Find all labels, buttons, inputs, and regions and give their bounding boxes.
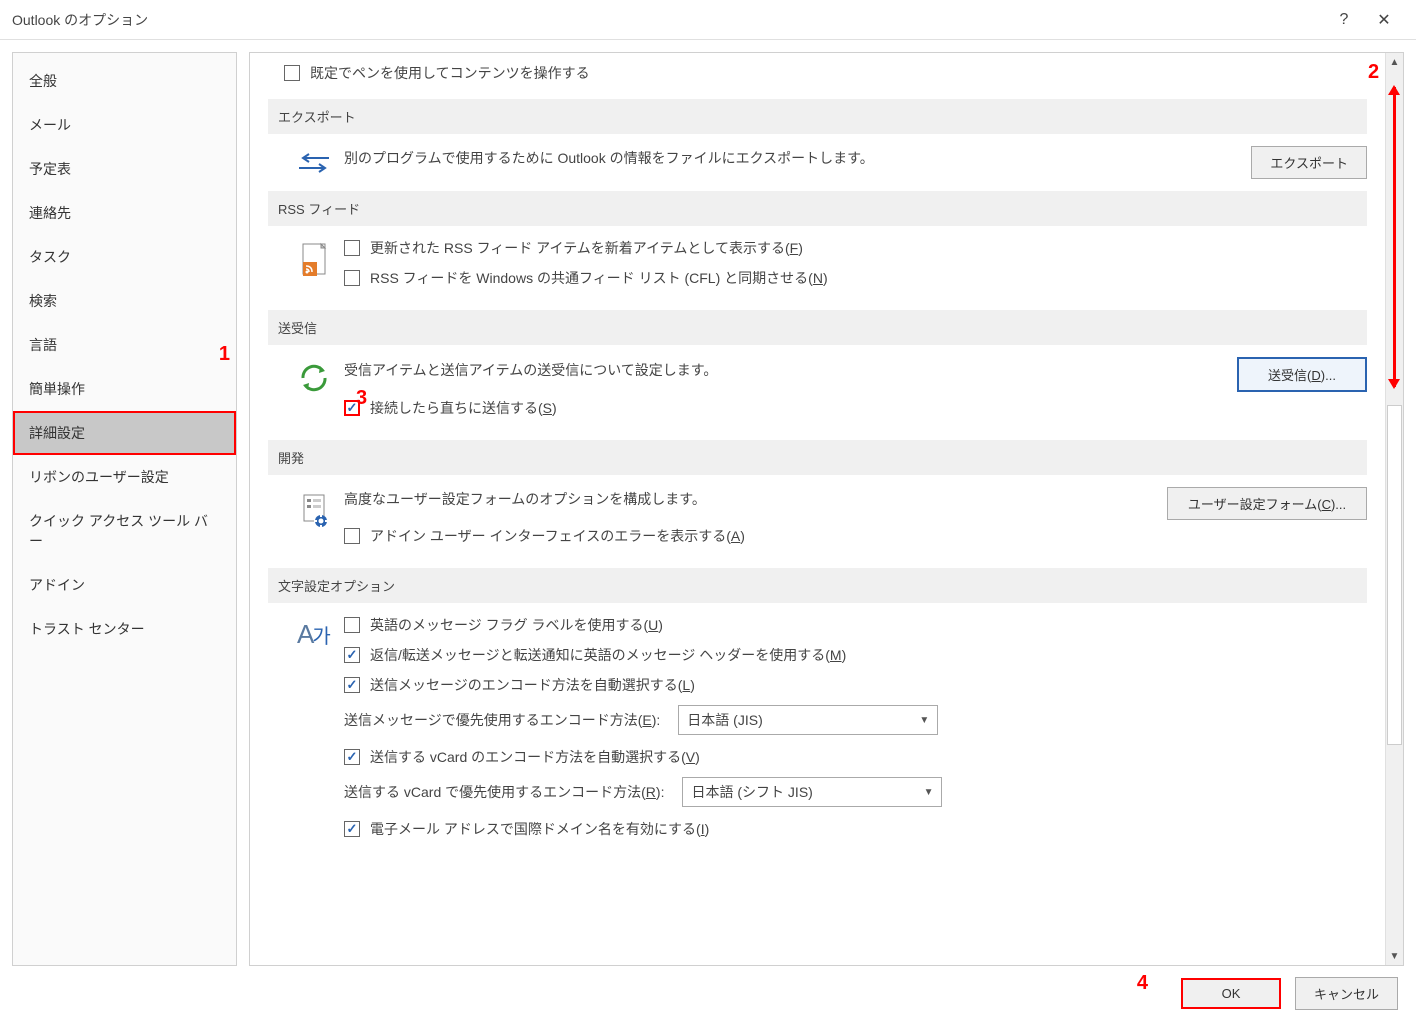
- sidebar-item-language[interactable]: 言語: [13, 323, 236, 367]
- pen-default-label: 既定でペンを使用してコンテンツを操作する: [310, 63, 590, 83]
- chevron-down-icon: ▼: [919, 715, 929, 726]
- annotation-2: 2: [1368, 61, 1379, 84]
- dev-desc: 高度なユーザー設定フォームのオプションを構成します。: [344, 489, 1167, 509]
- sync-icon: [297, 361, 331, 395]
- main-panel: 既定でペンを使用してコンテンツを操作する エクスポート 別のプログラムで使用する…: [249, 52, 1404, 966]
- section-dev-header: 開発: [268, 440, 1367, 475]
- english-headers-checkbox[interactable]: [344, 647, 360, 663]
- window-title: Outlook のオプション: [12, 10, 1324, 30]
- sendrecv-button[interactable]: 送受信(D)...: [1237, 357, 1367, 392]
- export-button[interactable]: エクスポート: [1251, 146, 1367, 179]
- scroll-down-button[interactable]: ▼: [1386, 947, 1403, 965]
- idn-email-checkbox[interactable]: [344, 821, 360, 837]
- custom-forms-button[interactable]: ユーザー設定フォーム(C)...: [1167, 487, 1367, 520]
- sendrecv-desc: 受信アイテムと送信アイテムの送受信について設定します。: [344, 360, 1237, 380]
- scroll-thumb[interactable]: [1387, 405, 1402, 745]
- sidebar-item-ease[interactable]: 簡単操作: [13, 367, 236, 411]
- sidebar-item-addins[interactable]: アドイン: [13, 563, 236, 607]
- sidebar-item-contacts[interactable]: 連絡先: [13, 191, 236, 235]
- outgoing-encoding-select[interactable]: 日本語 (JIS) ▼: [678, 705, 938, 735]
- vcard-encoding-select[interactable]: 日本語 (シフト JIS) ▼: [682, 777, 942, 807]
- chevron-down-icon: ▼: [924, 787, 934, 798]
- annotation-1: 1: [219, 343, 230, 366]
- section-intl-header: 文字設定オプション: [268, 568, 1367, 603]
- rss-sync-cfl-checkbox[interactable]: [344, 270, 360, 286]
- dialog-footer: 4 OK キャンセル: [0, 966, 1416, 1020]
- export-desc: 別のプログラムで使用するために Outlook の情報をファイルにエクスポートし…: [344, 148, 1251, 168]
- section-sendrecv-header: 送受信: [268, 310, 1367, 345]
- sidebar-item-general[interactable]: 全般: [13, 59, 236, 103]
- title-bar: Outlook のオプション ? ✕: [0, 0, 1416, 40]
- sidebar-item-search[interactable]: 検索: [13, 279, 236, 323]
- export-icon: [297, 150, 331, 176]
- annotation-4: 4: [1137, 972, 1148, 995]
- vcard-auto-encoding-label: 送信する vCard のエンコード方法を自動選択する(V): [370, 747, 700, 767]
- section-export-header: エクスポート: [268, 99, 1367, 134]
- vcard-auto-encoding-checkbox[interactable]: [344, 749, 360, 765]
- cancel-button[interactable]: キャンセル: [1295, 977, 1398, 1010]
- addin-errors-label: アドイン ユーザー インターフェイスのエラーを表示する(A): [370, 526, 745, 546]
- sidebar-item-tasks[interactable]: タスク: [13, 235, 236, 279]
- section-rss-header: RSS フィード: [268, 191, 1367, 226]
- vertical-scrollbar[interactable]: ▲ ▼ 2: [1385, 53, 1403, 965]
- send-immediately-label: 接続したら直ちに送信する(S): [370, 398, 557, 418]
- rss-new-items-checkbox[interactable]: [344, 240, 360, 256]
- auto-encoding-checkbox[interactable]: [344, 677, 360, 693]
- sidebar-item-qat[interactable]: クイック アクセス ツール バー: [13, 499, 236, 563]
- rss-icon: [299, 242, 329, 280]
- help-button[interactable]: ?: [1324, 11, 1364, 29]
- auto-encoding-label: 送信メッセージのエンコード方法を自動選択する(L): [370, 675, 695, 695]
- custom-form-icon: [299, 491, 329, 529]
- rss-sync-cfl-label: RSS フィードを Windows の共通フィード リスト (CFL) と同期さ…: [370, 268, 828, 288]
- sidebar-item-ribbon[interactable]: リボンのユーザー設定: [13, 455, 236, 499]
- english-flag-labels-label: 英語のメッセージ フラグ ラベルを使用する(U): [370, 615, 663, 635]
- annotation-scroll-arrow: [1393, 87, 1396, 387]
- rss-new-items-label: 更新された RSS フィード アイテムを新着アイテムとして表示する(F): [370, 238, 803, 258]
- addin-errors-checkbox[interactable]: [344, 528, 360, 544]
- pen-default-checkbox[interactable]: [284, 65, 300, 81]
- outgoing-encoding-label: 送信メッセージで優先使用するエンコード方法(E):: [344, 710, 660, 730]
- annotation-3: 3: [356, 387, 367, 410]
- options-sidebar: 全般 メール 予定表 連絡先 タスク 検索 言語 簡単操作 詳細設定 リボンのユ…: [12, 52, 237, 966]
- english-flag-labels-checkbox[interactable]: [344, 617, 360, 633]
- vcard-encoding-value: 日本語 (シフト JIS): [691, 782, 812, 802]
- vcard-encoding-label: 送信する vCard で優先使用するエンコード方法(R):: [344, 782, 664, 802]
- outgoing-encoding-value: 日本語 (JIS): [687, 710, 762, 730]
- english-headers-label: 返信/転送メッセージと転送通知に英語のメッセージ ヘッダーを使用する(M): [370, 645, 846, 665]
- language-icon: A가: [297, 619, 331, 649]
- close-button[interactable]: ✕: [1364, 10, 1404, 30]
- sidebar-item-advanced[interactable]: 詳細設定: [13, 411, 236, 455]
- sidebar-item-calendar[interactable]: 予定表: [13, 147, 236, 191]
- sidebar-item-mail[interactable]: メール: [13, 103, 236, 147]
- sidebar-item-trust[interactable]: トラスト センター: [13, 607, 236, 651]
- scroll-up-button[interactable]: ▲: [1386, 53, 1403, 71]
- ok-button[interactable]: OK: [1181, 978, 1281, 1009]
- idn-email-label: 電子メール アドレスで国際ドメイン名を有効にする(I): [370, 819, 709, 839]
